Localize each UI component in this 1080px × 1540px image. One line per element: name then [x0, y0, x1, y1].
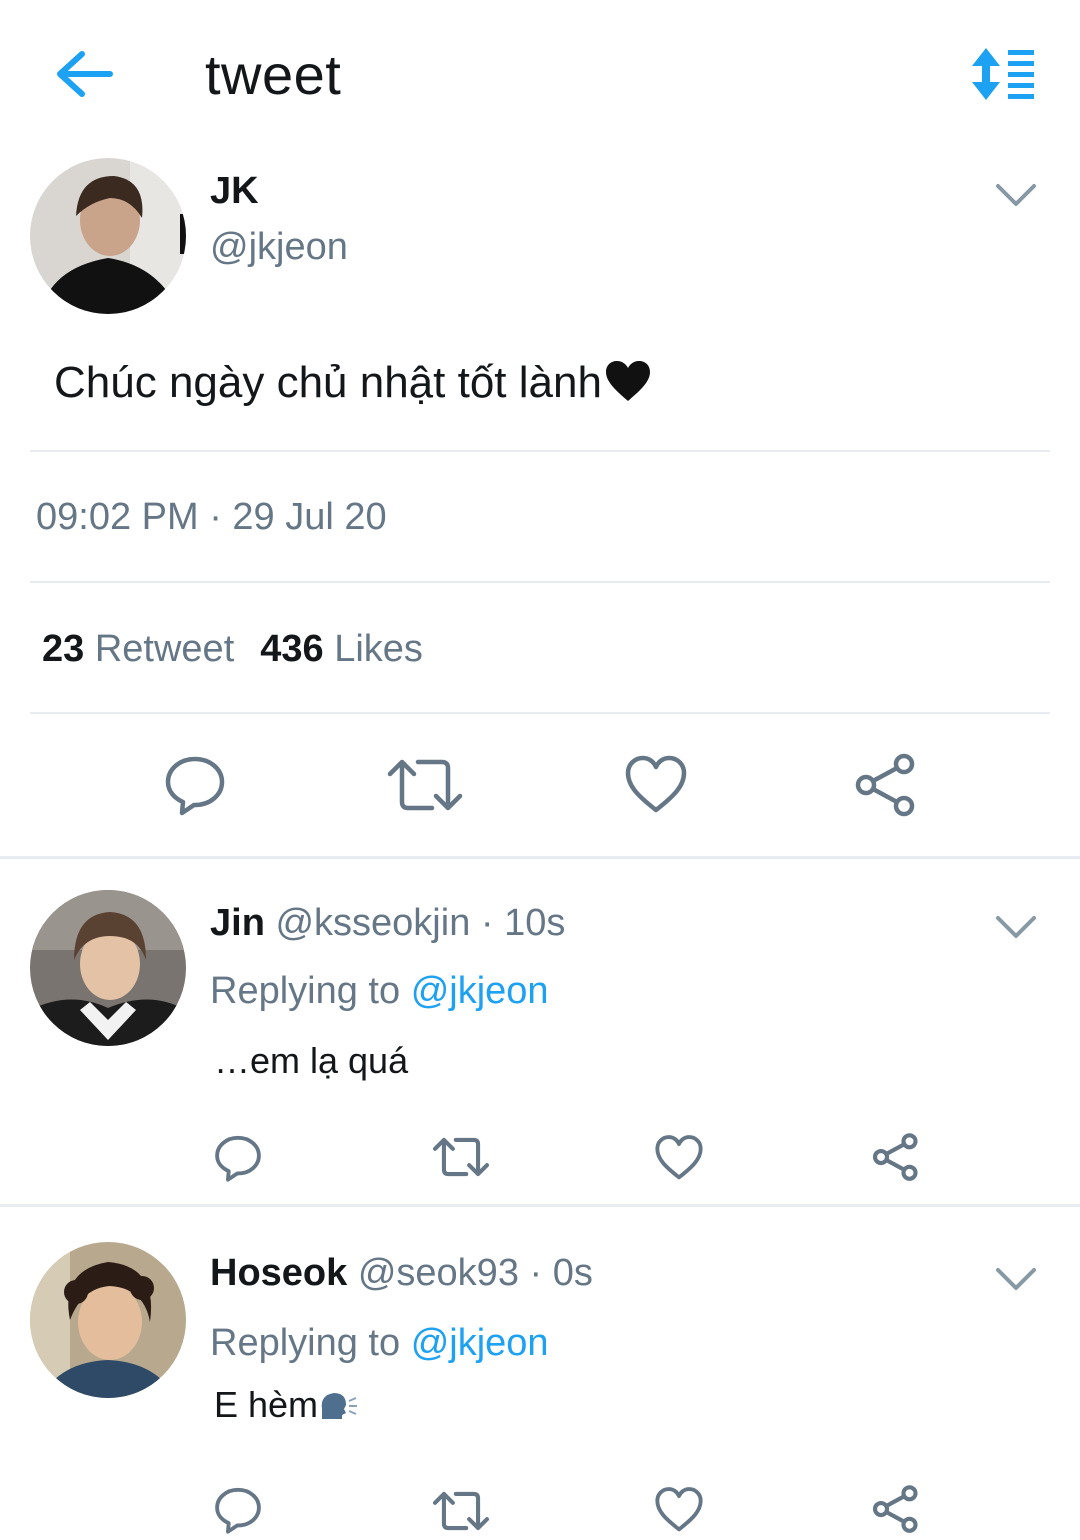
reply-text: E hèm	[214, 1384, 358, 1426]
reply-icon	[215, 1135, 261, 1182]
retweet-icon	[387, 759, 463, 811]
avatar[interactable]	[30, 1242, 186, 1398]
section-divider	[0, 856, 1080, 859]
sort-button[interactable]	[968, 46, 1038, 102]
retweet-button[interactable]	[386, 754, 464, 816]
like-button[interactable]	[624, 754, 688, 816]
replying-prefix: Replying to	[210, 970, 401, 1012]
reply-text: …em lạ quá	[214, 1040, 409, 1081]
divider	[30, 581, 1050, 583]
author-handle[interactable]: @jkjeon	[210, 226, 348, 269]
replying-to-link[interactable]: @jkjeon	[411, 1322, 549, 1364]
reply-author-handle[interactable]: @ksseokjin	[275, 902, 470, 944]
profile-photo	[30, 1242, 186, 1398]
replying-to: Replying to @jkjeon	[210, 1322, 549, 1365]
speaking-head-emoji	[318, 1389, 358, 1423]
reply-menu-button[interactable]	[994, 1264, 1038, 1294]
reply-body: E hèm	[214, 1384, 319, 1425]
share-button[interactable]	[854, 752, 918, 818]
reply-time: · 10s	[480, 902, 566, 944]
retweet-button[interactable]	[432, 1488, 490, 1534]
like-button[interactable]	[654, 1486, 704, 1534]
reply-time: · 0s	[529, 1252, 593, 1294]
replying-to-link[interactable]: @jkjeon	[411, 970, 549, 1012]
retweet-icon	[432, 1491, 490, 1531]
section-divider	[0, 1204, 1080, 1207]
reply-author-handle[interactable]: @seok93	[358, 1252, 519, 1294]
share-icon	[872, 1133, 918, 1181]
share-icon	[855, 753, 915, 817]
tweet-stats: 23 Retweet 436 Likes	[42, 628, 423, 671]
avatar[interactable]	[30, 158, 186, 314]
share-icon	[872, 1485, 918, 1533]
reply-icon	[215, 1487, 261, 1534]
tweet-text: Chúc ngày chủ nhật tốt lành	[54, 358, 652, 408]
like-icon	[625, 755, 687, 813]
tweet-body: Chúc ngày chủ nhật tốt lành	[54, 358, 602, 407]
tweet-timestamp: 09:02 PM · 29 Jul 20	[36, 496, 387, 538]
reply-icon	[165, 756, 225, 816]
like-button[interactable]	[654, 1134, 704, 1182]
page-title: tweet	[205, 43, 342, 106]
author-name[interactable]: JK	[210, 170, 259, 213]
reply-button[interactable]	[214, 1486, 262, 1534]
top-bar: tweet	[0, 0, 1080, 140]
reply-button[interactable]	[164, 754, 226, 816]
like-icon	[655, 1487, 703, 1532]
like-count[interactable]: 436	[260, 628, 323, 670]
sort-list-icon	[972, 48, 1034, 100]
share-button[interactable]	[872, 1132, 920, 1182]
arrow-left-icon	[57, 51, 113, 97]
replying-to: Replying to @jkjeon	[210, 970, 549, 1013]
retweet-icon	[432, 1137, 490, 1177]
divider	[30, 712, 1050, 714]
like-icon	[655, 1135, 703, 1180]
back-button[interactable]	[52, 44, 118, 104]
reply-author-name[interactable]: Hoseok	[210, 1252, 347, 1294]
retweet-count[interactable]: 23	[42, 628, 84, 670]
reply-author-name[interactable]: Jin	[210, 902, 265, 944]
like-label[interactable]: Likes	[334, 628, 423, 670]
chevron-down-icon	[996, 1268, 1036, 1290]
avatar[interactable]	[30, 890, 186, 1046]
share-button[interactable]	[872, 1484, 920, 1534]
replying-prefix: Replying to	[210, 1322, 401, 1364]
reply-header: Jin @ksseokjin · 10s	[210, 902, 565, 945]
divider	[30, 450, 1050, 452]
profile-photo	[30, 158, 186, 314]
retweet-label[interactable]: Retweet	[95, 628, 234, 670]
profile-photo	[30, 890, 186, 1046]
reply-menu-button[interactable]	[994, 912, 1038, 942]
chevron-down-icon	[996, 916, 1036, 938]
retweet-button[interactable]	[432, 1134, 490, 1180]
reply-header: Hoseok @seok93 · 0s	[210, 1252, 593, 1295]
tweet-menu-button[interactable]	[994, 180, 1038, 210]
reply-button[interactable]	[214, 1134, 262, 1182]
chevron-down-icon	[996, 184, 1036, 206]
black-heart-emoji	[604, 359, 652, 403]
